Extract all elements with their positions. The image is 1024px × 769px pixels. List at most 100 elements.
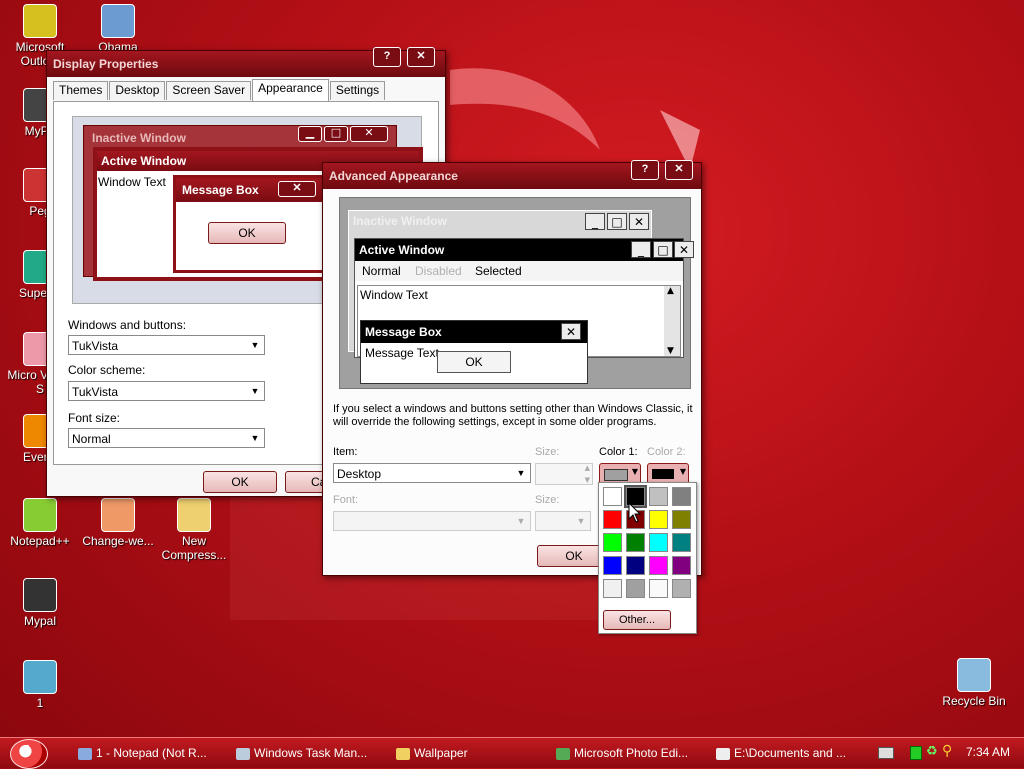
other-colors-button[interactable]: Other... — [603, 610, 671, 630]
scroll-up-icon: ▲ — [667, 286, 674, 296]
chevron-down-icon: ▼ — [576, 516, 586, 526]
recycle-bin-icon — [957, 658, 991, 692]
desktop-icon[interactable]: 1 — [2, 660, 78, 710]
adv-msgbox-titlebar: Message Box — [361, 321, 587, 343]
color-swatch[interactable] — [649, 510, 668, 529]
taskbar-button-label: Windows Task Man... — [254, 746, 368, 760]
chevron-down-icon: ▼ — [250, 340, 260, 350]
start-button[interactable]: ☾ — [10, 739, 48, 769]
color-swatch[interactable] — [603, 579, 622, 598]
mouse-cursor-icon — [628, 502, 642, 523]
color-picker-popup: Other... — [598, 482, 697, 634]
stepper-up-icon: ▲ — [584, 464, 590, 472]
console-icon — [716, 747, 730, 760]
outlook-icon — [23, 4, 57, 38]
close-icon: ✕ — [674, 241, 694, 258]
help-button[interactable]: ? — [373, 47, 401, 67]
adv-active-title: Active Window — [359, 243, 445, 257]
menu-selected: Selected — [475, 264, 522, 278]
color2-preview — [652, 469, 674, 479]
tab-settings[interactable]: Settings — [329, 81, 386, 100]
desktop-icon-label: Change-we... — [82, 534, 154, 548]
chevron-down-icon: ▼ — [679, 467, 686, 476]
window-title: Advanced Appearance — [329, 169, 458, 183]
color-swatch[interactable] — [603, 533, 622, 552]
keyboard-icon[interactable] — [878, 747, 894, 759]
windows-buttons-select[interactable]: TukVista ▼ — [68, 335, 265, 355]
tab-screen-saver[interactable]: Screen Saver — [166, 81, 252, 100]
menu-disabled: Disabled — [415, 264, 462, 278]
desktop-icon[interactable]: Change-we... — [80, 498, 156, 548]
close-icon: ✕ — [350, 126, 388, 142]
font-size-select[interactable]: Normal ▼ — [68, 428, 265, 448]
maximize-icon: □ — [653, 241, 673, 258]
color-swatch[interactable] — [626, 579, 645, 598]
crescent-star-icon: ☾ — [22, 743, 35, 759]
minimize-icon: _ — [585, 213, 605, 230]
windows-buttons-value: TukVista — [72, 339, 119, 353]
close-button[interactable]: ✕ — [407, 47, 435, 67]
color-swatch[interactable] — [649, 556, 668, 575]
clock[interactable]: 7:34 AM — [966, 745, 1010, 759]
adv-message-box: Message Box ✕ Message Text OK — [360, 320, 588, 384]
color-swatch[interactable] — [672, 487, 691, 506]
help-button[interactable]: ? — [631, 160, 659, 180]
ok-button[interactable]: OK — [203, 471, 277, 493]
close-icon: ✕ — [561, 323, 581, 340]
color-scheme-select[interactable]: TukVista ▼ — [68, 381, 265, 401]
color-swatch[interactable] — [603, 556, 622, 575]
info-text: If you select a windows and buttons sett… — [333, 403, 693, 428]
desktop-icon[interactable]: Obama — [80, 4, 156, 54]
taskbar-button-label: E:\Documents and ... — [734, 746, 847, 760]
color2-label: Color 2: — [647, 446, 686, 458]
recycle-tray-icon[interactable]: ♻ — [926, 744, 938, 759]
tab-desktop[interactable]: Desktop — [109, 81, 166, 100]
color-swatch[interactable] — [603, 510, 622, 529]
item-select[interactable]: Desktop ▼ — [333, 463, 531, 483]
color-swatch[interactable] — [672, 579, 691, 598]
adv-window-text: Window Text — [360, 288, 428, 302]
chevron-down-icon: ▼ — [516, 516, 526, 526]
color-swatch[interactable] — [672, 510, 691, 529]
size-stepper[interactable]: ▲ ▼ — [535, 463, 593, 485]
maximize-icon: □ — [607, 213, 627, 230]
chevron-down-icon: ▼ — [631, 467, 638, 476]
stepper-down-icon: ▼ — [584, 476, 590, 484]
tab-themes[interactable]: Themes — [53, 81, 109, 100]
color-swatch[interactable] — [649, 487, 668, 506]
desktop-icon[interactable]: New Compress... — [156, 498, 232, 562]
color-swatch[interactable] — [672, 533, 691, 552]
close-icon: ✕ — [629, 213, 649, 230]
adv-menu-bar: Normal Disabled Selected — [355, 261, 683, 281]
color-swatch[interactable] — [603, 487, 622, 506]
notepadpp-icon — [23, 498, 57, 532]
color-swatch[interactable] — [649, 579, 668, 598]
display-properties-titlebar[interactable]: Display Properties ? ✕ — [47, 47, 445, 77]
desktop-icon-label: Mypal — [23, 614, 56, 628]
close-button[interactable]: ✕ — [665, 160, 693, 180]
color-swatch[interactable] — [649, 533, 668, 552]
tab-appearance[interactable]: Appearance — [252, 79, 329, 101]
tab-strip: Themes Desktop Screen Saver Appearance Setti… — [53, 79, 386, 101]
desktop-icon[interactable]: Mypal — [2, 578, 78, 628]
color-swatch[interactable] — [626, 556, 645, 575]
document-icon — [23, 660, 57, 694]
desktop-icon[interactable]: Notepad++ — [2, 498, 78, 548]
font-size2-select[interactable]: ▼ — [535, 511, 591, 531]
advanced-appearance-titlebar[interactable]: Advanced Appearance ? ✕ — [323, 160, 701, 189]
preview-msgbox-title: Message Box — [182, 183, 259, 197]
color-swatch[interactable] — [672, 556, 691, 575]
taskbar-button[interactable]: Windows Task Man... — [236, 743, 386, 763]
font-select[interactable]: ▼ — [333, 511, 531, 531]
color-swatch[interactable] — [626, 533, 645, 552]
taskbar-button[interactable]: Wallpaper — [396, 743, 546, 763]
taskbar-button[interactable]: E:\Documents and ... — [716, 743, 866, 763]
desktop-icon-label: Notepad++ — [10, 534, 70, 548]
minimize-icon: ▁ — [298, 126, 322, 142]
taskbar-button[interactable]: Microsoft Photo Edi... — [556, 743, 706, 763]
desktop-icon-label: New Compress... — [161, 534, 227, 562]
network-icon[interactable] — [910, 746, 922, 760]
search-icon[interactable]: ⚲ — [942, 743, 952, 759]
taskbar-button[interactable]: 1 - Notepad (Not R... — [78, 743, 228, 763]
desktop-icon[interactable]: Recycle Bin — [936, 658, 1012, 708]
